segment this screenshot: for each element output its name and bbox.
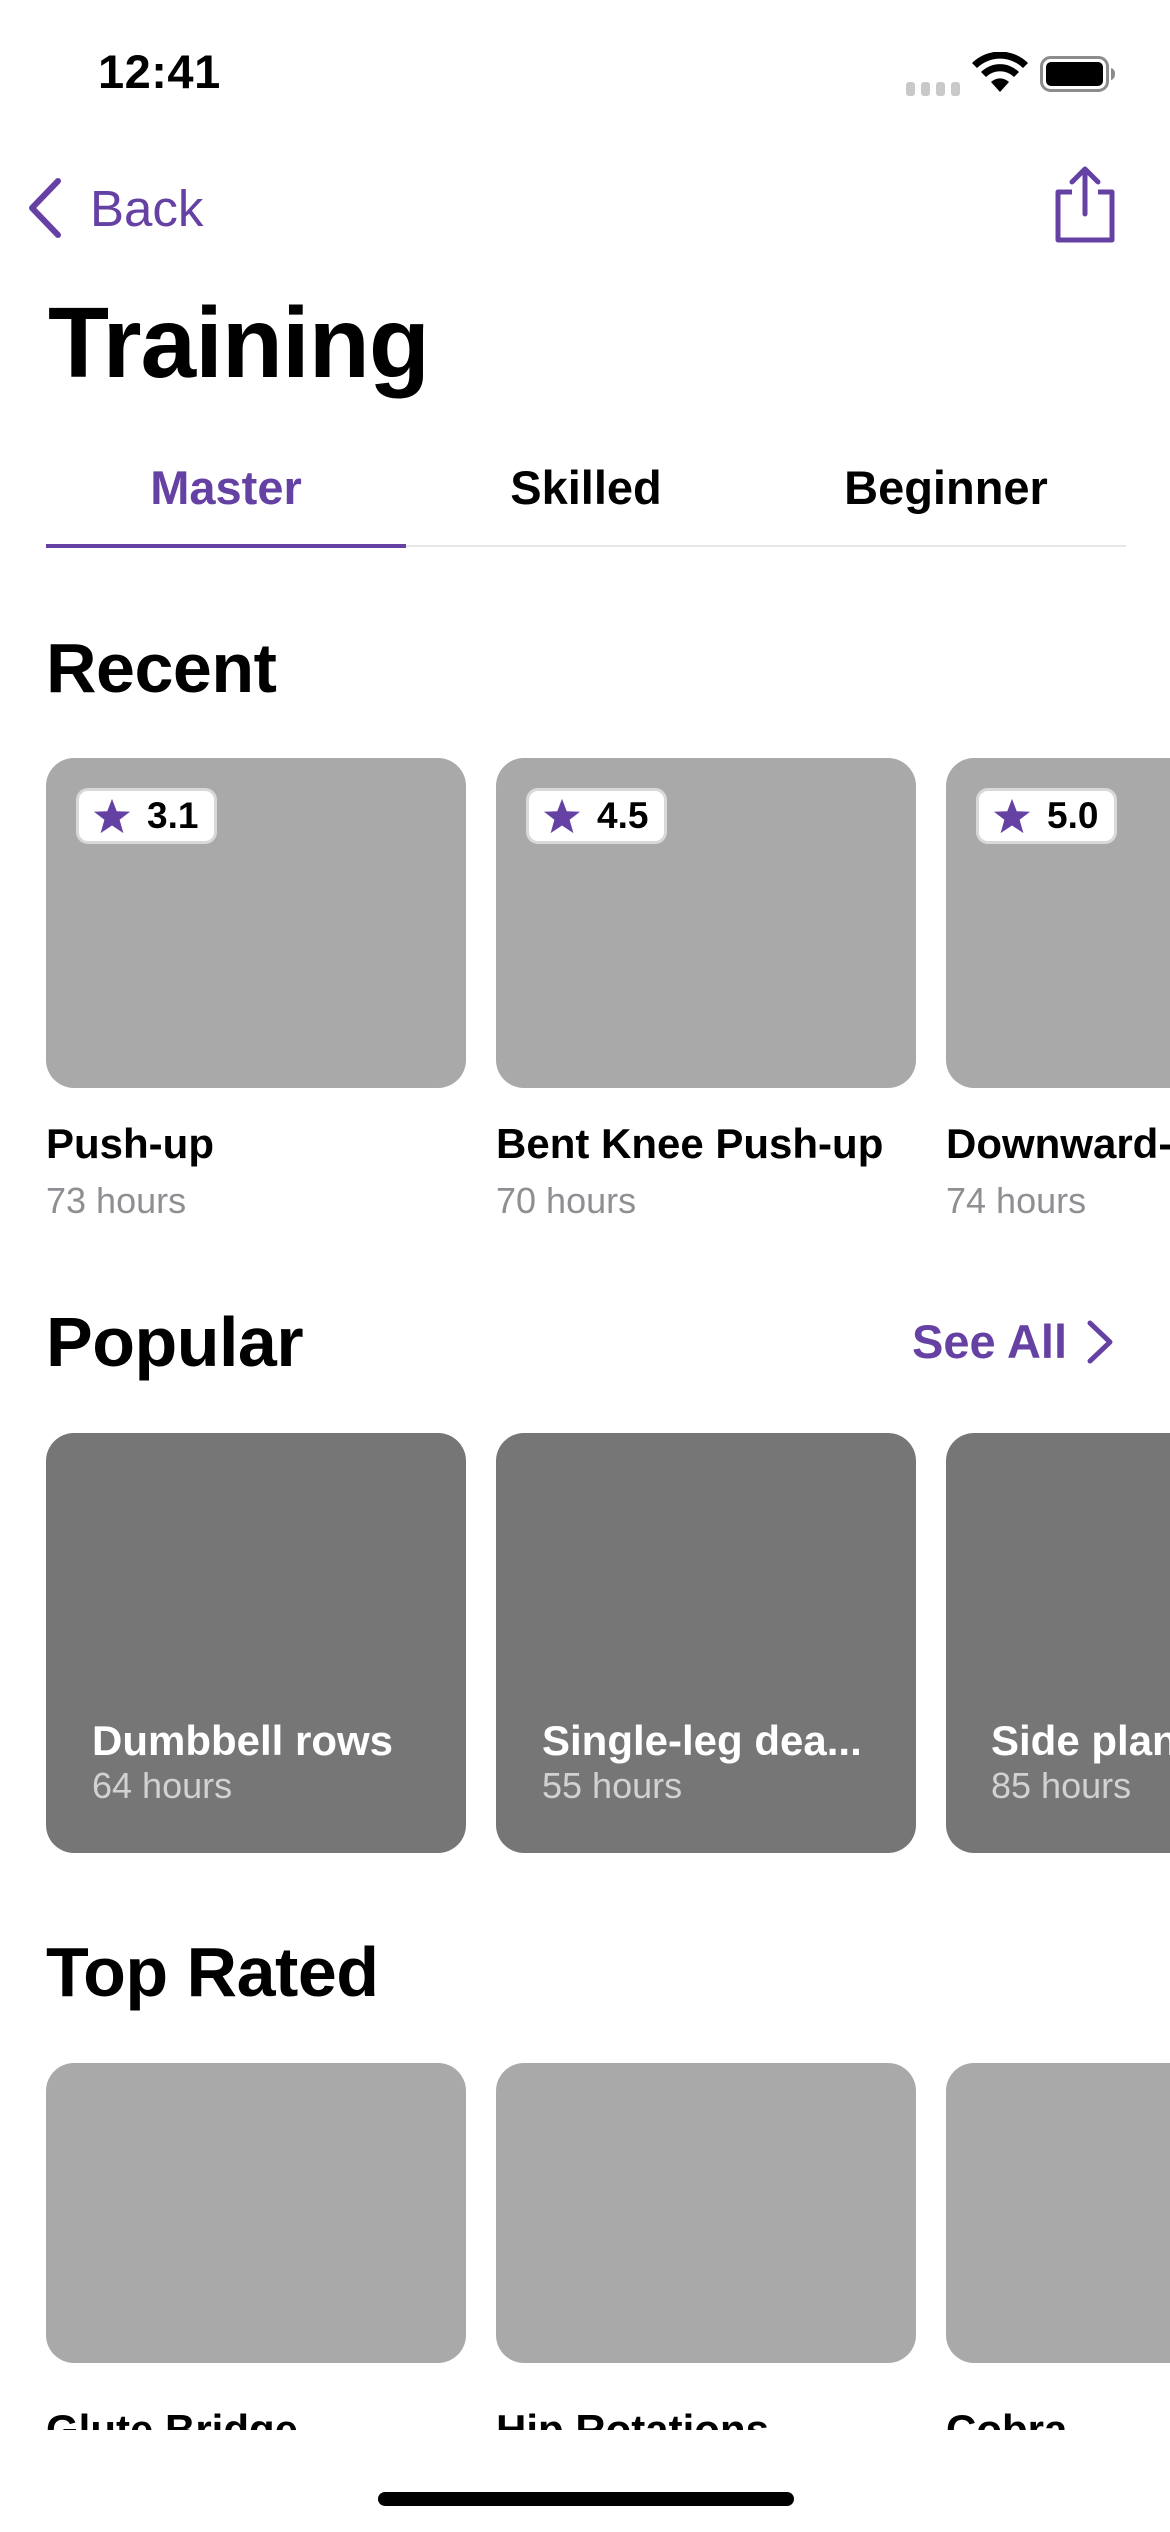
recent-item-name: Push-up (46, 1120, 214, 1167)
tab-beginner[interactable]: Beginner (766, 452, 1126, 524)
top-rated-card[interactable] (946, 2063, 1170, 2363)
recent-item-name: Bent Knee Push-up (496, 1120, 884, 1167)
rating-value: 5.0 (1047, 795, 1099, 836)
home-indicator (378, 2492, 794, 2506)
rating-badge: 3.1 (76, 788, 218, 844)
popular-card[interactable]: Dumbbell rows 64 hours (46, 1433, 466, 1853)
rating-value: 3.1 (147, 795, 199, 836)
recent-card[interactable]: 5.0 (946, 758, 1170, 1088)
top-rated-labels-clip: Glute Bridge Hip Rotations Cobra (0, 2380, 1170, 2430)
tab-bar: Master Skilled Beginner (46, 452, 1126, 546)
see-all-button[interactable]: See All (912, 1314, 1115, 1369)
star-icon (993, 798, 1031, 834)
popular-card[interactable]: Side plan 85 hours (946, 1433, 1170, 1853)
tab-selected-indicator (46, 544, 406, 548)
top-rated-item-name: Cobra (946, 2406, 1068, 2430)
recent-item-duration: 70 hours (496, 1180, 637, 1221)
chevron-right-icon (1087, 1320, 1113, 1363)
status-time: 12:41 (98, 45, 221, 98)
tab-divider (406, 545, 1126, 547)
top-rated-card[interactable] (46, 2063, 466, 2363)
recent-card[interactable]: 4.5 (496, 758, 916, 1088)
star-icon (93, 798, 131, 834)
section-title-top-rated: Top Rated (46, 1933, 379, 2011)
top-rated-card[interactable] (496, 2063, 916, 2363)
tab-master[interactable]: Master (46, 452, 406, 524)
rating-value: 4.5 (597, 795, 649, 836)
section-title-recent: Recent (46, 629, 277, 707)
popular-item-duration: 55 hours (542, 1765, 683, 1806)
page-title: Training (48, 287, 430, 399)
back-label: Back (90, 179, 204, 237)
popular-item-name: Dumbbell rows (92, 1717, 394, 1764)
recent-item-duration: 73 hours (46, 1180, 187, 1221)
share-icon[interactable] (1050, 164, 1120, 244)
top-rated-item-name: Hip Rotations (496, 2406, 769, 2430)
recent-item-duration: 74 hours (946, 1180, 1087, 1221)
back-chevron-icon (29, 178, 61, 238)
popular-item-duration: 85 hours (991, 1765, 1132, 1806)
top-rated-item-name: Glute Bridge (46, 2406, 299, 2430)
popular-card[interactable]: Single-leg dea... 55 hours (496, 1433, 916, 1853)
popular-item-duration: 64 hours (92, 1765, 233, 1806)
wifi-icon (972, 52, 1028, 92)
see-all-label: See All (912, 1315, 1067, 1368)
popular-item-name: Single-leg dea... (542, 1717, 862, 1764)
battery-icon (1040, 56, 1115, 92)
popular-item-name: Side plan (991, 1717, 1170, 1764)
star-icon (543, 798, 581, 834)
recent-card[interactable]: 3.1 (46, 758, 466, 1088)
signal-icon (906, 82, 960, 96)
back-button[interactable]: Back (24, 176, 203, 240)
recent-item-name: Downward- (946, 1120, 1170, 1167)
rating-badge: 4.5 (526, 788, 668, 844)
rating-badge: 5.0 (976, 788, 1118, 844)
tab-skilled[interactable]: Skilled (406, 452, 766, 524)
section-title-popular: Popular (46, 1303, 304, 1381)
